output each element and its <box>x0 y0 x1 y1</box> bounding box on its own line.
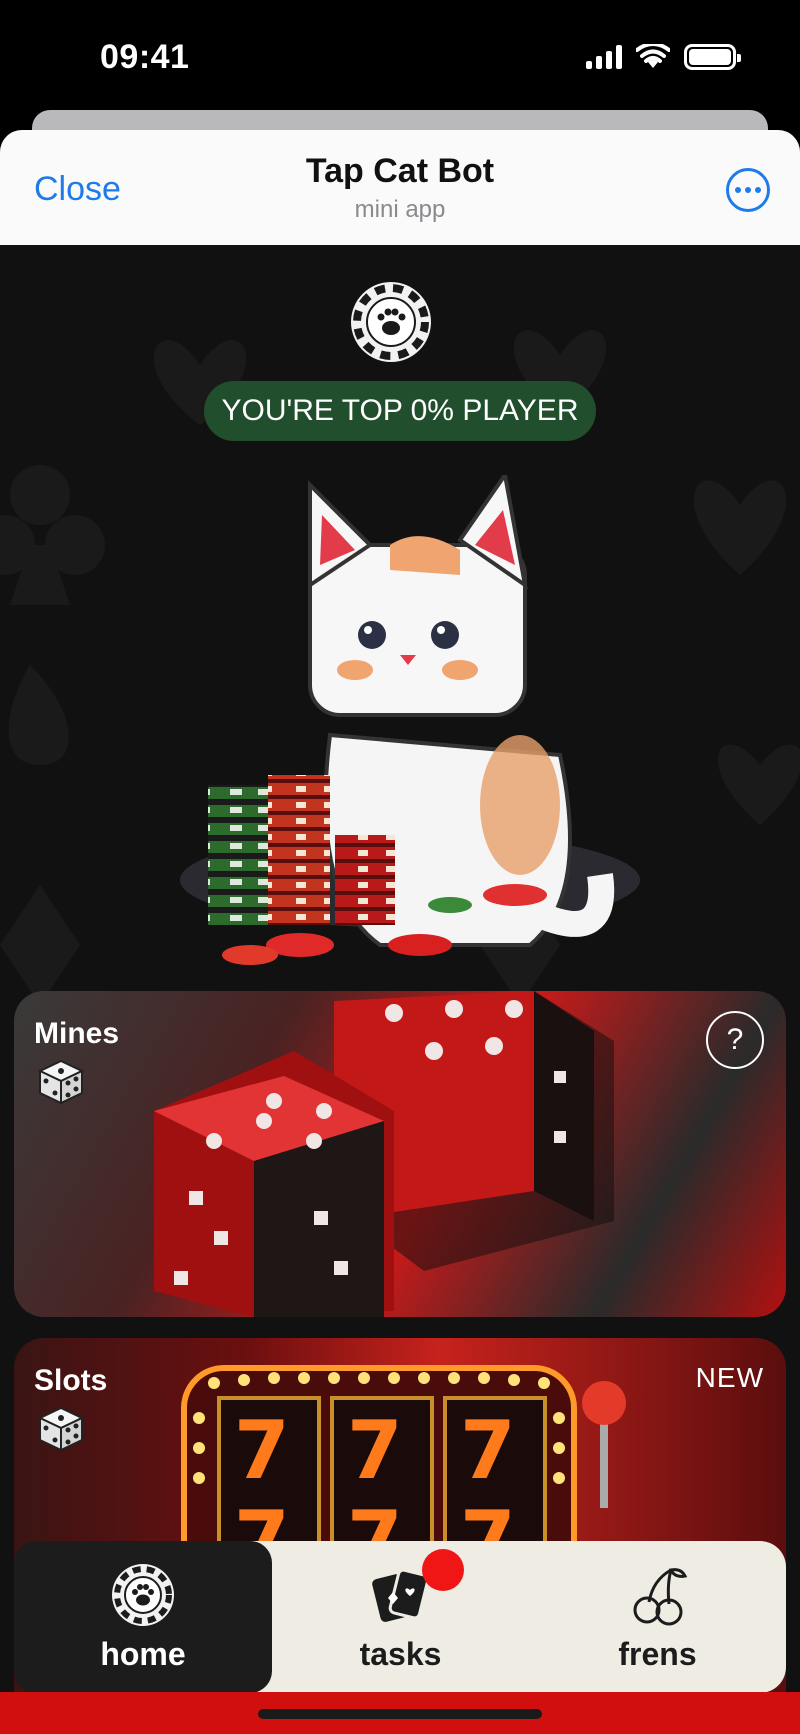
battery-icon <box>684 44 741 70</box>
bottom-navigation: home tasks frens <box>14 1541 786 1693</box>
nav-home[interactable]: home <box>14 1541 272 1693</box>
dice-icon <box>37 1406 85 1452</box>
signal-icon <box>586 45 622 69</box>
status-icons <box>586 44 741 70</box>
tasks-notification-dot <box>422 1549 464 1591</box>
nav-frens-label: frens <box>618 1635 697 1672</box>
red-dice-art <box>154 991 614 1317</box>
app-title: Tap Cat Bot <box>305 152 495 190</box>
svg-text:7: 7 <box>460 1404 516 1497</box>
status-time: 09:41 <box>100 38 190 76</box>
home-indicator[interactable] <box>258 1709 542 1719</box>
dice-icon <box>37 1059 85 1105</box>
wifi-icon <box>636 44 670 68</box>
more-options-icon[interactable] <box>726 168 770 212</box>
paw-chip-icon <box>112 1563 174 1626</box>
nav-tasks[interactable]: tasks <box>272 1541 529 1693</box>
main-content[interactable]: YOU'RE TOP 0% PLAYER Mines ? 7 7 7 Slots… <box>0 245 800 1734</box>
svg-text:7: 7 <box>347 1404 403 1497</box>
mini-app-header: Close Tap Cat Bot mini app <box>0 130 800 245</box>
paw-chip-icon <box>351 282 431 362</box>
rank-badge: YOU'RE TOP 0% PLAYER <box>204 381 596 441</box>
status-bar: 09:41 <box>0 0 800 110</box>
new-badge: NEW <box>695 1362 764 1393</box>
slots-title: Slots <box>34 1364 108 1397</box>
nav-tasks-label: tasks <box>359 1635 442 1672</box>
cherries-icon <box>633 1567 687 1625</box>
nav-home-label: home <box>100 1635 186 1672</box>
svg-text:7: 7 <box>234 1404 290 1497</box>
app-subtitle: mini app <box>354 196 446 223</box>
nav-frens[interactable]: frens <box>529 1541 786 1693</box>
mines-help-button[interactable]: ? <box>706 1011 764 1069</box>
mines-title: Mines <box>34 1017 120 1050</box>
mines-game-card[interactable]: Mines ? <box>14 991 786 1317</box>
